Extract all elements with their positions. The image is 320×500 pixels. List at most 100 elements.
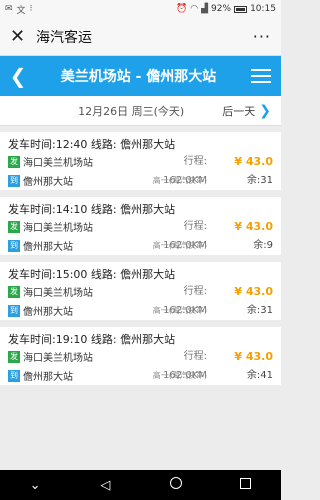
seats-remaining: 余:9 <box>253 240 273 251</box>
trip-stops: 发海口美兰机场站到儋州那大站 <box>8 347 138 385</box>
departure-stop: 发海口美兰机场站 <box>8 152 138 171</box>
departure-station: 海口美兰机场站 <box>23 158 93 169</box>
departure-stop: 发海口美兰机场站 <box>8 217 138 236</box>
more-icon[interactable]: ··· <box>253 27 271 46</box>
trip-header: 发车时间:15:00 线路: 儋州那大站 <box>8 266 273 282</box>
trip-body: 发海口美兰机场站到儋州那大站 行程: 162.0KM 高一(海汽快车) ¥ 43.0 余… <box>8 217 273 255</box>
wechat-title: 海汽客运 <box>36 29 92 46</box>
battery-icon <box>234 5 248 13</box>
seats-remaining: 余:31 <box>246 305 273 316</box>
line-name: 线路: 儋州那大站 <box>90 203 176 216</box>
clock: 10:15 <box>250 4 276 14</box>
trip-distance: 行程: 162.0KM <box>163 221 207 251</box>
trip-distance: 行程: 162.0KM <box>163 351 207 381</box>
service-type: 高一(海汽快车) <box>152 306 207 315</box>
trip-price-area: ¥ 43.0 余:31 <box>225 282 273 320</box>
arrive-tag: 到 <box>8 369 20 382</box>
trip-price-area: ¥ 43.0 余:41 <box>225 347 273 385</box>
status-right: ⏰ ◠ ▟ 92% 10:15 <box>176 4 276 14</box>
depart-time: 发车时间:14:10 <box>8 203 88 216</box>
departure-stop: 发海口美兰机场站 <box>8 347 138 366</box>
arrive-tag: 到 <box>8 174 20 187</box>
depart-tag: 发 <box>8 285 20 298</box>
arrive-tag: 到 <box>8 304 20 317</box>
service-type: 高一(海汽快车) <box>152 371 207 380</box>
android-nav-bar: ⌄ ◁ <box>0 470 281 500</box>
seats-remaining: 余:41 <box>246 370 273 381</box>
arrival-station: 儋州那大站 <box>23 177 73 188</box>
wechat-title-bar: ✕ 海汽客运 ··· <box>0 18 281 56</box>
trip-distance: 行程: 162.0KM <box>163 156 207 186</box>
trip-header: 发车时间:14:10 线路: 儋州那大站 <box>8 201 273 217</box>
line-name: 线路: 儋州那大站 <box>90 138 176 151</box>
chevron-left-icon[interactable]: ❮ <box>0 64 36 88</box>
route-title: 美兰机场站 - 儋州那大站 <box>60 69 217 85</box>
arrival-station: 儋州那大站 <box>23 307 73 318</box>
service-type: 高一(海汽快车) <box>152 241 207 250</box>
arrival-stop: 到儋州那大站 <box>8 171 138 190</box>
depart-time: 发车时间:19:10 <box>8 333 88 346</box>
depart-time: 发车时间:12:40 <box>8 138 88 151</box>
arrival-station: 儋州那大站 <box>23 242 73 253</box>
trip-card[interactable]: 发车时间:12:40 线路: 儋州那大站发海口美兰机场站到儋州那大站 行程: 16… <box>0 132 281 190</box>
trip-info: 行程: 162.0KM 高一(海汽快车) <box>138 152 225 190</box>
current-date: 12月26日 周三(今天) <box>78 104 185 118</box>
trip-price-area: ¥ 43.0 余:31 <box>225 152 273 190</box>
close-icon[interactable]: ✕ <box>10 26 32 47</box>
arrival-stop: 到儋州那大站 <box>8 366 138 385</box>
ticket-price: ¥ 43.0 <box>234 220 273 233</box>
arrival-stop: 到儋州那大站 <box>8 301 138 320</box>
arrival-stop: 到儋州那大站 <box>8 236 138 255</box>
chevron-right-icon: ❯ <box>259 102 271 119</box>
next-day-label: 后一天 <box>222 104 256 118</box>
seats-remaining: 余:31 <box>246 175 273 186</box>
ticket-price: ¥ 43.0 <box>234 285 273 298</box>
nav-back-icon[interactable]: ◁ <box>90 478 120 493</box>
status-bar: ✉ 文 ⁝ ⏰ ◠ ▟ 92% 10:15 <box>0 0 281 18</box>
trip-card[interactable]: 发车时间:14:10 线路: 儋州那大站发海口美兰机场站到儋州那大站 行程: 16… <box>0 197 281 255</box>
nav-down-icon[interactable]: ⌄ <box>20 478 50 493</box>
trip-distance: 行程: 162.0KM <box>163 286 207 316</box>
arrival-station: 儋州那大站 <box>23 372 73 383</box>
nav-recents-icon[interactable] <box>231 477 261 493</box>
departure-stop: 发海口美兰机场站 <box>8 282 138 301</box>
ticket-price: ¥ 43.0 <box>234 155 273 168</box>
app-notification-icon: 文 <box>16 5 26 16</box>
trip-stops: 发海口美兰机场站到儋州那大站 <box>8 152 138 190</box>
trip-stops: 发海口美兰机场站到儋州那大站 <box>8 217 138 255</box>
status-left: ✉ 文 ⁝ <box>5 3 32 16</box>
ticket-price: ¥ 43.0 <box>234 350 273 363</box>
wifi-icon: ◠ <box>190 4 199 14</box>
trip-info: 行程: 162.0KM 高一(海汽快车) <box>138 217 225 255</box>
battery-percent: 92% <box>211 4 232 14</box>
signal-icon: ▟ <box>201 4 209 14</box>
date-bar: 12月26日 周三(今天) 后一天 ❯ <box>0 96 281 126</box>
trip-list: 发车时间:12:40 线路: 儋州那大站发海口美兰机场站到儋州那大站 行程: 16… <box>0 126 281 385</box>
route-header: ❮ 美兰机场站 - 儋州那大站 <box>0 56 281 96</box>
depart-tag: 发 <box>8 220 20 233</box>
depart-tag: 发 <box>8 350 20 363</box>
departure-station: 海口美兰机场站 <box>23 223 93 234</box>
arrive-tag: 到 <box>8 239 20 252</box>
trip-card[interactable]: 发车时间:19:10 线路: 儋州那大站发海口美兰机场站到儋州那大站 行程: 16… <box>0 327 281 385</box>
depart-time: 发车时间:15:00 <box>8 268 88 281</box>
trip-header: 发车时间:12:40 线路: 儋州那大站 <box>8 136 273 152</box>
depart-tag: 发 <box>8 155 20 168</box>
trip-card[interactable]: 发车时间:15:00 线路: 儋州那大站发海口美兰机场站到儋州那大站 行程: 16… <box>0 262 281 320</box>
more-notifications-icon: ⁝ <box>29 4 33 14</box>
trip-body: 发海口美兰机场站到儋州那大站 行程: 162.0KM 高一(海汽快车) ¥ 43.0 余… <box>8 152 273 190</box>
notification-icon: ✉ <box>5 4 13 14</box>
trip-body: 发海口美兰机场站到儋州那大站 行程: 162.0KM 高一(海汽快车) ¥ 43.0 余… <box>8 347 273 385</box>
departure-station: 海口美兰机场站 <box>23 353 93 364</box>
service-type: 高一(海汽快车) <box>152 176 207 185</box>
hamburger-icon[interactable] <box>241 69 281 83</box>
line-name: 线路: 儋州那大站 <box>90 268 176 281</box>
trip-price-area: ¥ 43.0 余:9 <box>225 217 273 255</box>
next-day-button[interactable]: 后一天 ❯ <box>222 103 281 119</box>
departure-station: 海口美兰机场站 <box>23 288 93 299</box>
alarm-icon: ⏰ <box>176 4 188 14</box>
trip-body: 发海口美兰机场站到儋州那大站 行程: 162.0KM 高一(海汽快车) ¥ 43.0 余… <box>8 282 273 320</box>
line-name: 线路: 儋州那大站 <box>90 333 176 346</box>
trip-header: 发车时间:19:10 线路: 儋州那大站 <box>8 331 273 347</box>
nav-home-icon[interactable] <box>161 477 191 493</box>
